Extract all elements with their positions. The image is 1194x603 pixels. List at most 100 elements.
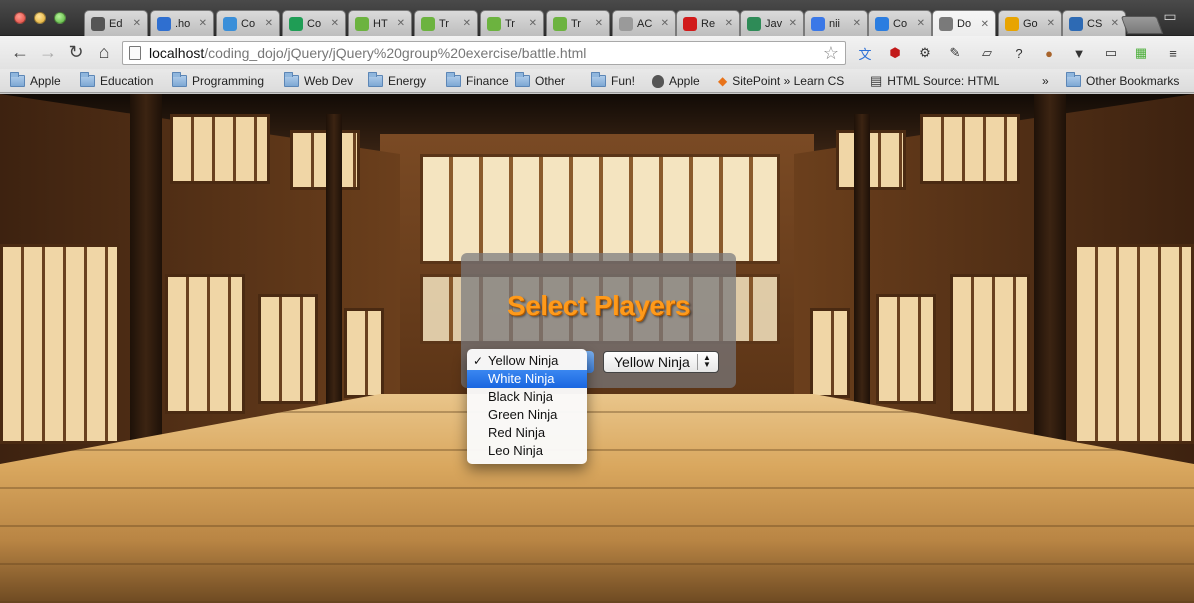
page-speed-icon[interactable]: ▦ [1132, 44, 1150, 62]
tab-close-icon[interactable]: ✕ [853, 18, 861, 29]
shoji-window [810, 308, 850, 398]
bookmark-star-icon[interactable]: ☆ [823, 42, 839, 64]
sheet-icon [289, 16, 303, 31]
tab-close-icon[interactable]: ✕ [529, 18, 537, 29]
tab-label: Ed [109, 17, 123, 30]
folder-icon [515, 72, 530, 87]
minimize-window-button[interactable] [34, 12, 46, 24]
tab-close-icon[interactable]: ✕ [1047, 18, 1055, 29]
browser-tab[interactable]: Go ✕ [998, 10, 1062, 36]
wooden-pillar [130, 94, 162, 494]
browser-tab[interactable]: Co ✕ [216, 10, 280, 36]
bookmark-item[interactable]: ▤ HTML Source: HTML [870, 73, 999, 89]
browser-tab[interactable]: Tr ✕ [546, 10, 610, 36]
browser-tab[interactable]: Tr ✕ [414, 10, 478, 36]
player-option[interactable]: Leo Ninja [467, 442, 587, 460]
bookmark-label: SitePoint » Learn CSS [732, 74, 845, 88]
tab-close-icon[interactable]: ✕ [331, 18, 339, 29]
browser-tab[interactable]: CS ✕ [1062, 10, 1126, 36]
folder-icon [1066, 72, 1081, 87]
new-tab-button[interactable] [1120, 16, 1164, 34]
zoom-window-button[interactable] [54, 12, 66, 24]
bookmark-item[interactable]: Web Dev [284, 72, 353, 89]
folder-icon [446, 72, 461, 87]
checkmark-icon: ✓ [473, 354, 484, 368]
folder-icon [368, 72, 383, 87]
browser-tab[interactable]: Re ✕ [676, 10, 740, 36]
player-option[interactable]: White Ninja [467, 370, 587, 388]
calendar-icon [223, 16, 237, 31]
browser-tab[interactable]: .ho ✕ [150, 10, 214, 36]
browser-tab[interactable]: Ed ✕ [84, 10, 148, 36]
cookie-icon[interactable]: ● [1040, 44, 1058, 62]
bookmark-label: Programming [192, 74, 265, 88]
browser-tab[interactable]: Tr ✕ [480, 10, 544, 36]
bookmark-item[interactable]: Programming [172, 72, 265, 89]
tab-close-icon[interactable]: ✕ [789, 18, 797, 29]
browser-tab[interactable]: nii ✕ [804, 10, 868, 36]
apple-icon [652, 74, 664, 88]
eyedropper-icon[interactable]: ✎ [946, 44, 964, 62]
profile-icon[interactable]: ▭ [1158, 8, 1182, 28]
vimeo-icon[interactable]: ▼ [1070, 44, 1088, 62]
browser-tab[interactable]: Jav ✕ [740, 10, 804, 36]
bookmarks-overflow-button[interactable]: » [1042, 73, 1049, 89]
back-arrow-icon[interactable]: ← [10, 42, 30, 62]
translate-icon[interactable]: 文 [856, 44, 874, 62]
ruler-icon[interactable]: ▱ [978, 44, 996, 62]
home-icon[interactable]: ⌂ [94, 42, 114, 62]
address-bar[interactable]: localhost/coding_dojo/jQuery/jQuery%20gr… [122, 41, 846, 65]
bookmark-item[interactable]: ◆ SitePoint » Learn CSS [718, 73, 844, 89]
player-option-label: Black Ninja [488, 389, 554, 404]
tab-close-icon[interactable]: ✕ [725, 18, 733, 29]
tab-close-icon[interactable]: ✕ [133, 18, 141, 29]
tab-close-icon[interactable]: ✕ [265, 18, 273, 29]
adblock-icon[interactable]: ⬢ [886, 44, 904, 62]
reload-icon[interactable]: ↻ [66, 42, 86, 62]
tab-close-icon[interactable]: ✕ [199, 18, 207, 29]
bookmark-label: Fun! [611, 74, 636, 88]
player1-dropdown-menu[interactable]: ✓ Yellow Ninja White Ninja Black Ninja Green… [467, 349, 587, 464]
bookmark-item[interactable]: Other [515, 72, 565, 89]
treehouse-icon [553, 16, 567, 31]
tab-close-icon[interactable]: ✕ [397, 18, 405, 29]
player-option[interactable]: Black Ninja [467, 388, 587, 406]
bookmark-label: Energy [388, 74, 427, 88]
chrome-menu-icon[interactable]: ≡ [1164, 44, 1182, 62]
browser-tab[interactable]: AC ✕ [612, 10, 676, 36]
tab-close-icon[interactable]: ✕ [463, 18, 471, 29]
bookmark-item[interactable]: Apple [10, 72, 61, 89]
tab-label: .ho [175, 17, 191, 30]
browser-tab[interactable]: Co ✕ [868, 10, 932, 36]
browser-tab[interactable]: HT ✕ [348, 10, 412, 36]
treehouse-icon [355, 16, 369, 31]
bookmark-item[interactable]: Energy [368, 72, 427, 89]
player-option-label: Yellow Ninja [488, 353, 559, 368]
tab-close-icon[interactable]: ✕ [981, 19, 989, 30]
tab-close-icon[interactable]: ✕ [595, 18, 603, 29]
folder-icon [284, 72, 299, 87]
tab-label: Do [957, 18, 972, 30]
bookmark-item[interactable]: Fun! [591, 72, 636, 89]
player-option[interactable]: ✓ Yellow Ninja [467, 352, 587, 370]
bookmark-item[interactable]: Finance [446, 72, 509, 89]
browser-tab[interactable]: Co ✕ [282, 10, 346, 36]
bookmark-item[interactable]: Education [80, 72, 153, 89]
window-resizer-icon[interactable]: ▭ [1102, 44, 1120, 62]
player2-select[interactable]: Yellow Ninja ▲ ▼ [603, 351, 719, 373]
player-option[interactable]: Red Ninja [467, 424, 587, 442]
help-icon[interactable]: ? [1010, 44, 1028, 62]
tab-close-icon[interactable]: ✕ [1111, 18, 1119, 29]
player-option[interactable]: Green Ninja [467, 406, 587, 424]
tab-label: Tr [571, 17, 581, 30]
tab-close-icon[interactable]: ✕ [661, 18, 669, 29]
bookmark-item[interactable]: Apple [652, 73, 700, 89]
other-bookmarks-folder[interactable]: Other Bookmarks [1066, 72, 1179, 89]
close-window-button[interactable] [14, 12, 26, 24]
forward-arrow-icon[interactable]: → [38, 42, 58, 62]
tab-close-icon[interactable]: ✕ [917, 18, 925, 29]
wooden-pillar [1034, 94, 1066, 494]
settings-gear-icon[interactable]: ⚙ [916, 44, 934, 62]
overflow-chevron-icon: » [1042, 74, 1049, 88]
browser-tab[interactable]: Do ✕ [932, 10, 996, 37]
